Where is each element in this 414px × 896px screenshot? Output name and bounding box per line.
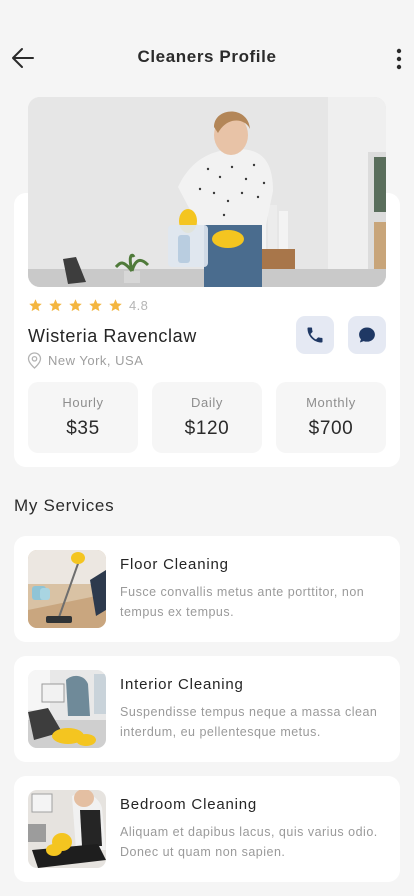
star-icon [49, 299, 62, 312]
location: New York, USA [27, 352, 143, 369]
service-card-floor-cleaning[interactable]: Floor Cleaning Fusce convallis metus ant… [14, 536, 400, 642]
star-icon [29, 299, 42, 312]
service-name: Bedroom Cleaning [120, 796, 258, 813]
service-description: Suspendisse tempus neque a massa clean i… [120, 705, 378, 739]
star-icon [109, 299, 122, 312]
service-card-interior-cleaning[interactable]: Interior Cleaning Suspendisse tempus neq… [14, 656, 400, 762]
price-label: Daily [191, 395, 223, 410]
call-button[interactable] [296, 316, 334, 354]
more-options-button[interactable] [388, 44, 410, 72]
star-icon [89, 299, 102, 312]
rating: 4.8 [28, 298, 148, 313]
message-button[interactable] [348, 316, 386, 354]
price-daily: Daily $120 [152, 382, 262, 453]
rating-value: 4.8 [129, 298, 149, 313]
service-description: Aliquam et dapibus lacus, quis varius od… [120, 825, 378, 859]
chat-bubble-icon [359, 327, 375, 343]
page-title: Cleaners Profile [137, 47, 277, 66]
star-icon [69, 299, 82, 312]
service-thumbnail [28, 550, 106, 628]
location-pin-icon [27, 352, 42, 369]
price-label: Hourly [62, 395, 104, 410]
phone-icon [307, 327, 323, 343]
price-value: $120 [184, 418, 230, 439]
price-value: $35 [66, 418, 100, 439]
service-name: Floor Cleaning [120, 556, 229, 573]
services-section-title: My Services [14, 496, 115, 515]
service-thumbnail [28, 790, 106, 868]
price-label: Monthly [306, 395, 356, 410]
price-value: $700 [308, 418, 354, 439]
location-text: New York, USA [48, 353, 144, 368]
price-monthly: Monthly $700 [276, 382, 386, 453]
service-description: Fusce convallis metus ante porttitor, no… [120, 585, 365, 619]
service-thumbnail [28, 670, 106, 748]
more-vertical-icon [396, 48, 402, 70]
cleaner-photo [28, 97, 386, 287]
service-name: Interior Cleaning [120, 676, 244, 693]
service-card-bedroom-cleaning[interactable]: Bedroom Cleaning Aliquam et dapibus lacu… [14, 776, 400, 882]
cleaner-name: Wisteria Ravenclaw [28, 326, 197, 346]
price-hourly: Hourly $35 [28, 382, 138, 453]
